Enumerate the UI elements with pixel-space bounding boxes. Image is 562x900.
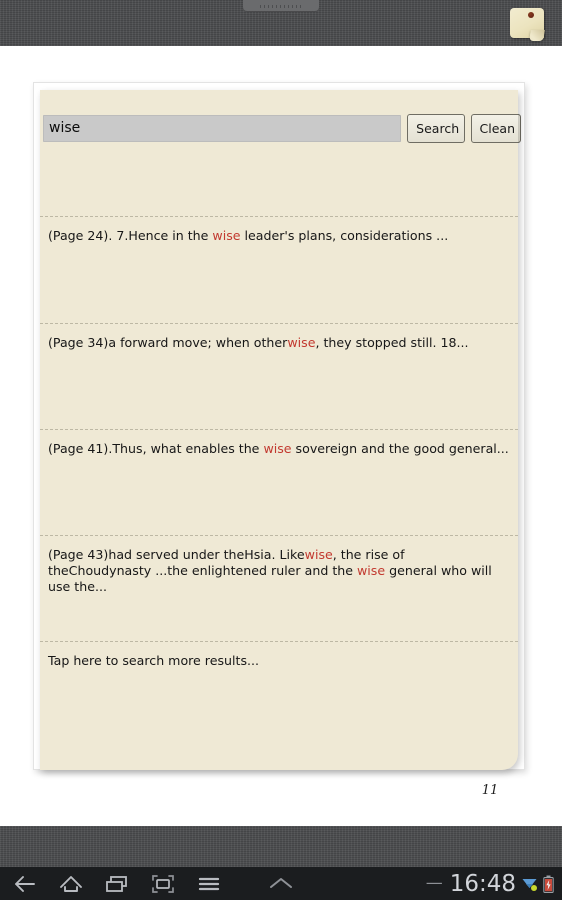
sticky-note-pin [528,12,534,18]
search-button[interactable]: Search [407,113,465,143]
result-prefix: (Page 24). 7.Hence in the [48,228,213,243]
search-result-item[interactable]: (Page 34)a forward move; when otherwise,… [40,323,518,429]
screenshot-icon[interactable] [150,873,176,895]
result-suffix: sovereign and the good general... [291,441,509,456]
battery-icon[interactable] [543,875,554,893]
search-more-results-text: Tap here to search more results... [48,653,260,668]
back-arrow-icon[interactable] [12,873,38,895]
sticky-note-icon[interactable] [508,6,550,44]
result-suffix: leader's plans, considerations ... [240,228,449,243]
result-highlight-2: wise [356,563,386,578]
search-results-list: (Page 24). 7.Hence in the wise leader's … [40,216,518,746]
device-bottom-bezel [0,826,562,867]
search-result-item[interactable]: (Page 24). 7.Hence in the wise leader's … [40,216,518,323]
clean-button[interactable]: Clean [470,113,522,143]
search-result-text: (Page 24). 7.Hence in the wise leader's … [48,228,510,244]
search-more-results-item[interactable]: Tap here to search more results... [40,641,518,746]
result-highlight: wise [304,547,333,562]
page-number: 11 [481,783,499,798]
result-highlight: wise [287,335,316,350]
search-result-item[interactable]: (Page 41).Thus, what enables the wise so… [40,429,518,535]
result-prefix: (Page 43)had served under theHsia. Like [48,547,305,562]
result-highlight: wise [212,228,241,243]
recent-apps-icon[interactable] [104,873,130,895]
result-suffix: , they stopped still. 18... [315,335,469,350]
search-bar: Search Clean [43,112,522,144]
result-prefix: (Page 41).Thus, what enables the [48,441,264,456]
wifi-icon[interactable] [521,875,538,892]
notification-dash: — [425,873,443,893]
search-result-text: (Page 41).Thus, what enables the wise so… [48,441,510,457]
android-navigation-bar: — 16:48 [0,867,562,900]
expand-up-icon[interactable] [265,873,297,893]
menu-icon[interactable] [196,873,222,895]
result-highlight: wise [263,441,292,456]
search-input[interactable] [43,114,402,142]
sticky-note-curl [529,30,545,41]
speaker-grille [243,0,319,12]
search-result-text: (Page 34)a forward move; when otherwise,… [48,335,510,351]
home-icon[interactable] [58,873,84,895]
status-clock[interactable]: 16:48 [450,871,516,897]
search-result-item[interactable]: (Page 43)had served under theHsia. Likew… [40,535,518,641]
result-prefix: (Page 34)a forward move; when other [48,335,288,350]
search-result-text: (Page 43)had served under theHsia. Likew… [48,547,510,595]
